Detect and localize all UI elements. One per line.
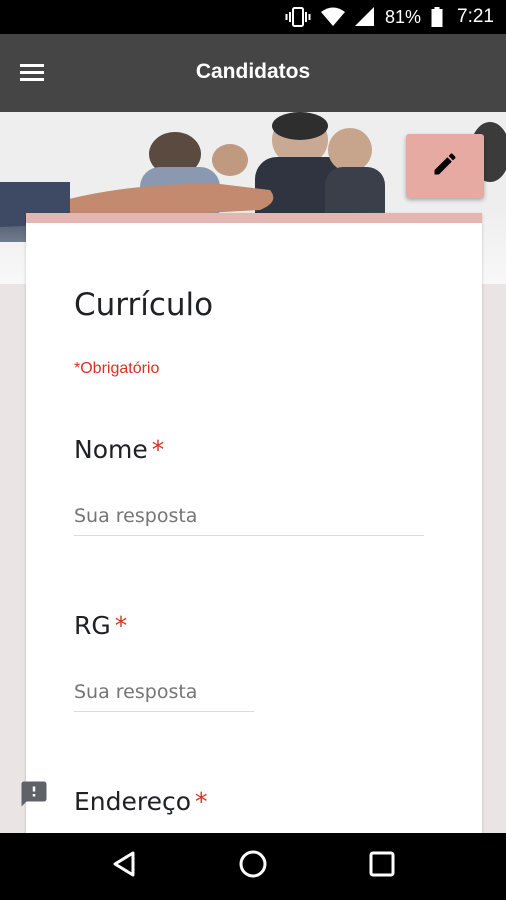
recents-icon — [369, 851, 395, 882]
question-text: Endereço — [74, 787, 192, 816]
required-star: * — [151, 435, 165, 464]
home-button[interactable] — [228, 842, 278, 892]
nome-input[interactable] — [74, 505, 424, 536]
clock: 7:21 — [457, 6, 494, 27]
back-button[interactable] — [99, 842, 149, 892]
navigation-bar — [0, 833, 506, 900]
required-star: * — [114, 611, 128, 640]
question-text: Nome — [74, 435, 148, 464]
question-label-nome: Nome * — [74, 435, 164, 464]
form-title: Currículo — [74, 287, 214, 323]
required-note: *Obrigatório — [74, 360, 160, 377]
back-icon — [111, 850, 137, 883]
feedback-button[interactable] — [18, 780, 50, 812]
pencil-icon — [431, 150, 459, 183]
form-card: Currículo *Obrigatório Nome* RG* Endereç… — [26, 213, 482, 833]
status-bar: 81% 7:21 — [0, 0, 506, 34]
question-text: RG — [74, 611, 111, 640]
app-title: Candidatos — [195, 60, 311, 83]
battery-icon — [431, 7, 443, 27]
required-star: * — [195, 787, 208, 816]
recents-button[interactable] — [357, 842, 407, 892]
wifi-icon — [320, 7, 345, 27]
rg-input[interactable] — [74, 681, 254, 712]
battery-percent: 81% — [384, 6, 422, 27]
question-label-endereco: Endereço * — [74, 787, 208, 816]
edit-button[interactable] — [406, 134, 484, 198]
question-label-rg: RG * — [74, 611, 127, 640]
app-bar: Candidatos — [0, 34, 506, 112]
home-icon — [238, 849, 268, 884]
vibrate-icon — [285, 7, 311, 27]
feedback-icon — [19, 779, 49, 814]
signal-icon — [354, 7, 375, 27]
